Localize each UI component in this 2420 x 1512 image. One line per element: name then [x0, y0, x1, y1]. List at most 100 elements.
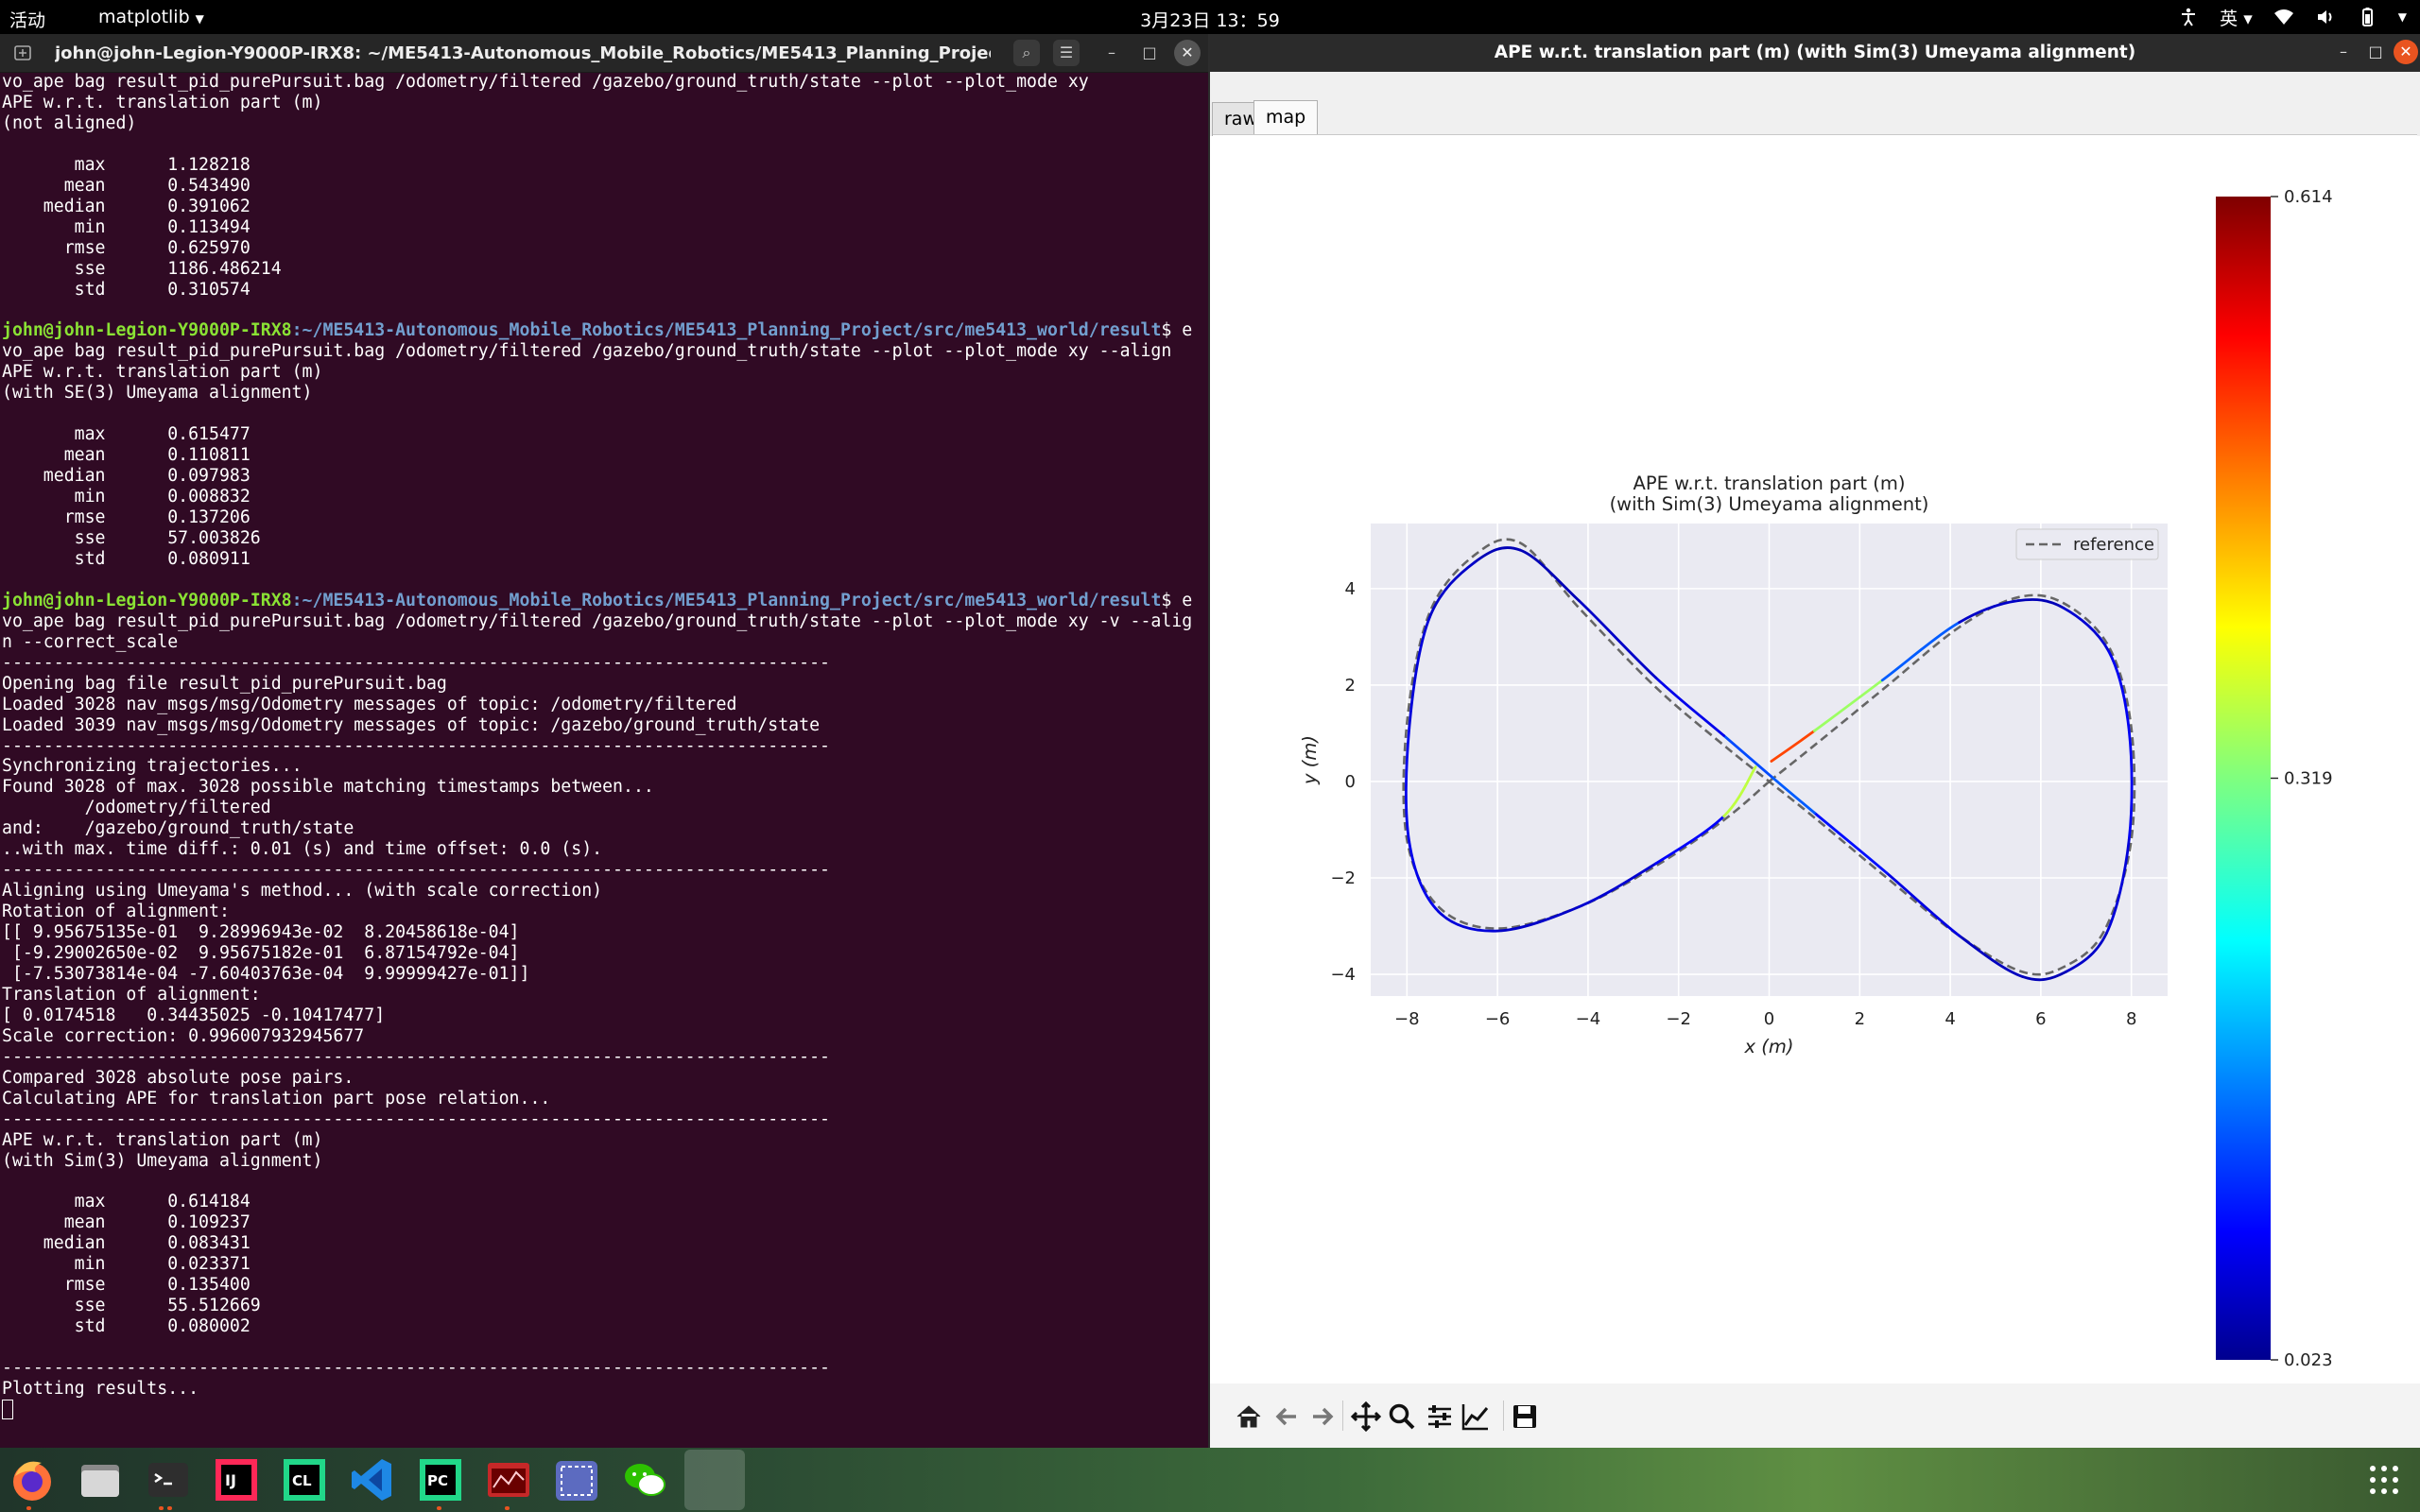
terminal-line: sse 57.003826 [2, 527, 261, 548]
intellij-icon[interactable]: IJ [212, 1455, 261, 1504]
minimize-button[interactable]: – [2331, 40, 2356, 64]
activities-button[interactable]: 活动 [9, 7, 45, 32]
system-menu-caret-icon[interactable]: ▼ [2398, 10, 2407, 24]
terminal-line: max 1.128218 [2, 154, 251, 175]
vscode-icon[interactable] [348, 1455, 397, 1504]
x-tick-label: −4 [1576, 1009, 1601, 1029]
terminal-title: john@john-Legion-Y9000P-IRX8: ~/ME5413-A… [55, 43, 991, 63]
prompt-command: $ e [1161, 320, 1193, 341]
terminal-line: max 0.614184 [2, 1192, 251, 1212]
new-tab-icon[interactable] [13, 43, 32, 62]
firefox-icon[interactable] [8, 1455, 57, 1504]
plot-window-header[interactable]: APE w.r.t. translation part (m) (with Si… [1210, 34, 2420, 72]
files-icon[interactable] [76, 1455, 125, 1504]
plot-window[interactable]: APE w.r.t. translation part (m) (with Si… [1210, 34, 2420, 1448]
chart-title: APE w.r.t. translation part (m) [1634, 472, 1906, 494]
terminal-line: (with SE(3) Umeyama alignment) [2, 383, 313, 404]
accessibility-icon[interactable] [2178, 7, 2199, 27]
pan-icon[interactable] [1350, 1400, 1382, 1433]
toolbar-separator [1503, 1400, 1504, 1431]
trajectory-plot[interactable]: −8 −6 −4 −2 0 2 4 6 8 −4 −2 0 2 4 APE w.r.t. translati… [1213, 135, 2417, 1383]
maximize-button[interactable]: □ [2363, 40, 2388, 64]
terminal-prompt-line: john@john-Legion-Y9000P-IRX8:~/ME5413-Au… [2, 320, 1206, 341]
terminal-header-bar[interactable]: john@john-Legion-Y9000P-IRX8: ~/ME5413-A… [0, 34, 1208, 73]
matplotlib-icon[interactable] [484, 1455, 533, 1504]
terminal-prompt-line: john@john-Legion-Y9000P-IRX8:~/ME5413-Au… [2, 591, 1206, 611]
terminal-line: rmse 0.625970 [2, 237, 251, 258]
app-menu[interactable]: matplotlib ▼ [98, 7, 204, 27]
clion-icon[interactable]: CL [280, 1455, 329, 1504]
active-window-icon[interactable] [684, 1450, 745, 1510]
x-tick-label: 2 [1855, 1009, 1865, 1029]
terminal-output[interactable]: vo_ape bag result_pid_purePursuit.bag /o… [2, 72, 1206, 1448]
terminal-line: Plotting results... [2, 1379, 199, 1400]
terminal-line: [-9.29002650e-02 9.95675182e-01 6.871547… [2, 943, 520, 964]
close-button[interactable]: ✕ [1174, 40, 1201, 66]
terminal-line: Opening bag file result_pid_purePursuit.… [2, 673, 447, 694]
figure-canvas[interactable]: −8 −6 −4 −2 0 2 4 6 8 −4 −2 0 2 4 APE w.r.t. translati… [1213, 134, 2417, 1383]
svg-text:PC: PC [427, 1472, 448, 1489]
minimize-button[interactable]: – [1098, 40, 1125, 66]
prompt-user: john@john-Legion-Y9000P-IRX8 [2, 320, 292, 341]
terminal-line: [-7.53073814e-04 -7.60403763e-04 9.99999… [2, 963, 530, 984]
terminal-line: sse 1186.486214 [2, 258, 282, 279]
terminal-line: mean 0.109237 [2, 1212, 251, 1233]
plot-window-title: APE w.r.t. translation part (m) (with Si… [1494, 43, 2136, 62]
terminal-line: ----------------------------------------… [2, 735, 830, 756]
save-icon[interactable] [1509, 1400, 1541, 1433]
screenshot-icon[interactable] [552, 1455, 601, 1504]
back-icon[interactable] [1270, 1400, 1303, 1433]
forward-icon[interactable] [1306, 1400, 1339, 1433]
pycharm-icon[interactable]: PC [416, 1455, 465, 1504]
terminal-line: min 0.023371 [2, 1254, 251, 1275]
show-apps-icon[interactable] [2360, 1455, 2409, 1504]
terminal-line: [[ 9.95675135e-01 9.28996943e-02 8.20458… [2, 922, 520, 943]
colorbar-tick-label: 0.319 [2284, 769, 2333, 789]
volume-icon[interactable] [2315, 7, 2336, 27]
wechat-icon[interactable] [620, 1455, 669, 1504]
terminal-line: max 0.615477 [2, 424, 251, 445]
terminal-search-button[interactable]: ⌕ [1013, 40, 1040, 66]
x-tick-label: 0 [1764, 1009, 1774, 1029]
terminal-line: ----------------------------------------… [2, 1046, 830, 1067]
configure-subplots-icon[interactable] [1424, 1400, 1456, 1433]
prompt-path: :~/ME5413-Autonomous_Mobile_Robotics/ME5… [291, 320, 1162, 341]
close-button[interactable]: ✕ [2394, 40, 2418, 64]
terminal-line: Aligning using Umeyama's method... (with… [2, 881, 603, 902]
clock[interactable]: 3月23日 13：59 [1140, 10, 1280, 31]
x-tick-label: −8 [1394, 1009, 1420, 1029]
system-tray[interactable]: 英 ▾ ▼ [2178, 4, 2407, 30]
terminal-line: Loaded 3039 nav_msgs/msg/Odometry messag… [2, 714, 821, 735]
prompt-user: john@john-Legion-Y9000P-IRX8 [2, 590, 292, 610]
maximize-button[interactable]: □ [1136, 40, 1163, 66]
terminal-line: and: /gazebo/ground_truth/state [2, 818, 354, 839]
terminal-line: [ 0.0174518 0.34435025 -0.10417477] [2, 1005, 386, 1025]
wifi-icon[interactable] [2273, 7, 2294, 27]
terminal-window[interactable]: john@john-Legion-Y9000P-IRX8: ~/ME5413-A… [0, 34, 1208, 1448]
legend-label-reference: reference [2073, 535, 2154, 555]
x-tick-label: 8 [2126, 1009, 2136, 1029]
tab-bar: raw map [1210, 72, 2420, 136]
tab-map[interactable]: map [1253, 100, 1319, 136]
terminal-cursor-line [2, 1400, 1206, 1422]
svg-text:IJ: IJ [225, 1471, 236, 1489]
home-icon[interactable] [1233, 1400, 1265, 1433]
zoom-icon[interactable] [1386, 1400, 1418, 1433]
terminal-icon[interactable] [144, 1455, 193, 1504]
toolbar-separator [1342, 1400, 1343, 1431]
y-axis-label: y (m) [1299, 735, 1321, 785]
colorbar-tick-label: 0.023 [2284, 1350, 2333, 1370]
input-method-indicator[interactable]: 英 ▾ [2220, 5, 2253, 30]
prompt-command: $ e [1161, 590, 1193, 610]
top-bar: 活动 matplotlib ▼ 3月23日 13：59 英 ▾ ▼ [0, 0, 2420, 34]
battery-icon[interactable] [2357, 7, 2377, 27]
terminal-line: mean 0.543490 [2, 175, 251, 196]
terminal-menu-button[interactable]: ☰ [1053, 40, 1080, 66]
edit-axis-icon[interactable] [1460, 1400, 1492, 1433]
running-indicator [159, 1506, 172, 1510]
running-indicator [437, 1506, 441, 1510]
prompt-path: :~/ME5413-Autonomous_Mobile_Robotics/ME5… [291, 590, 1162, 610]
